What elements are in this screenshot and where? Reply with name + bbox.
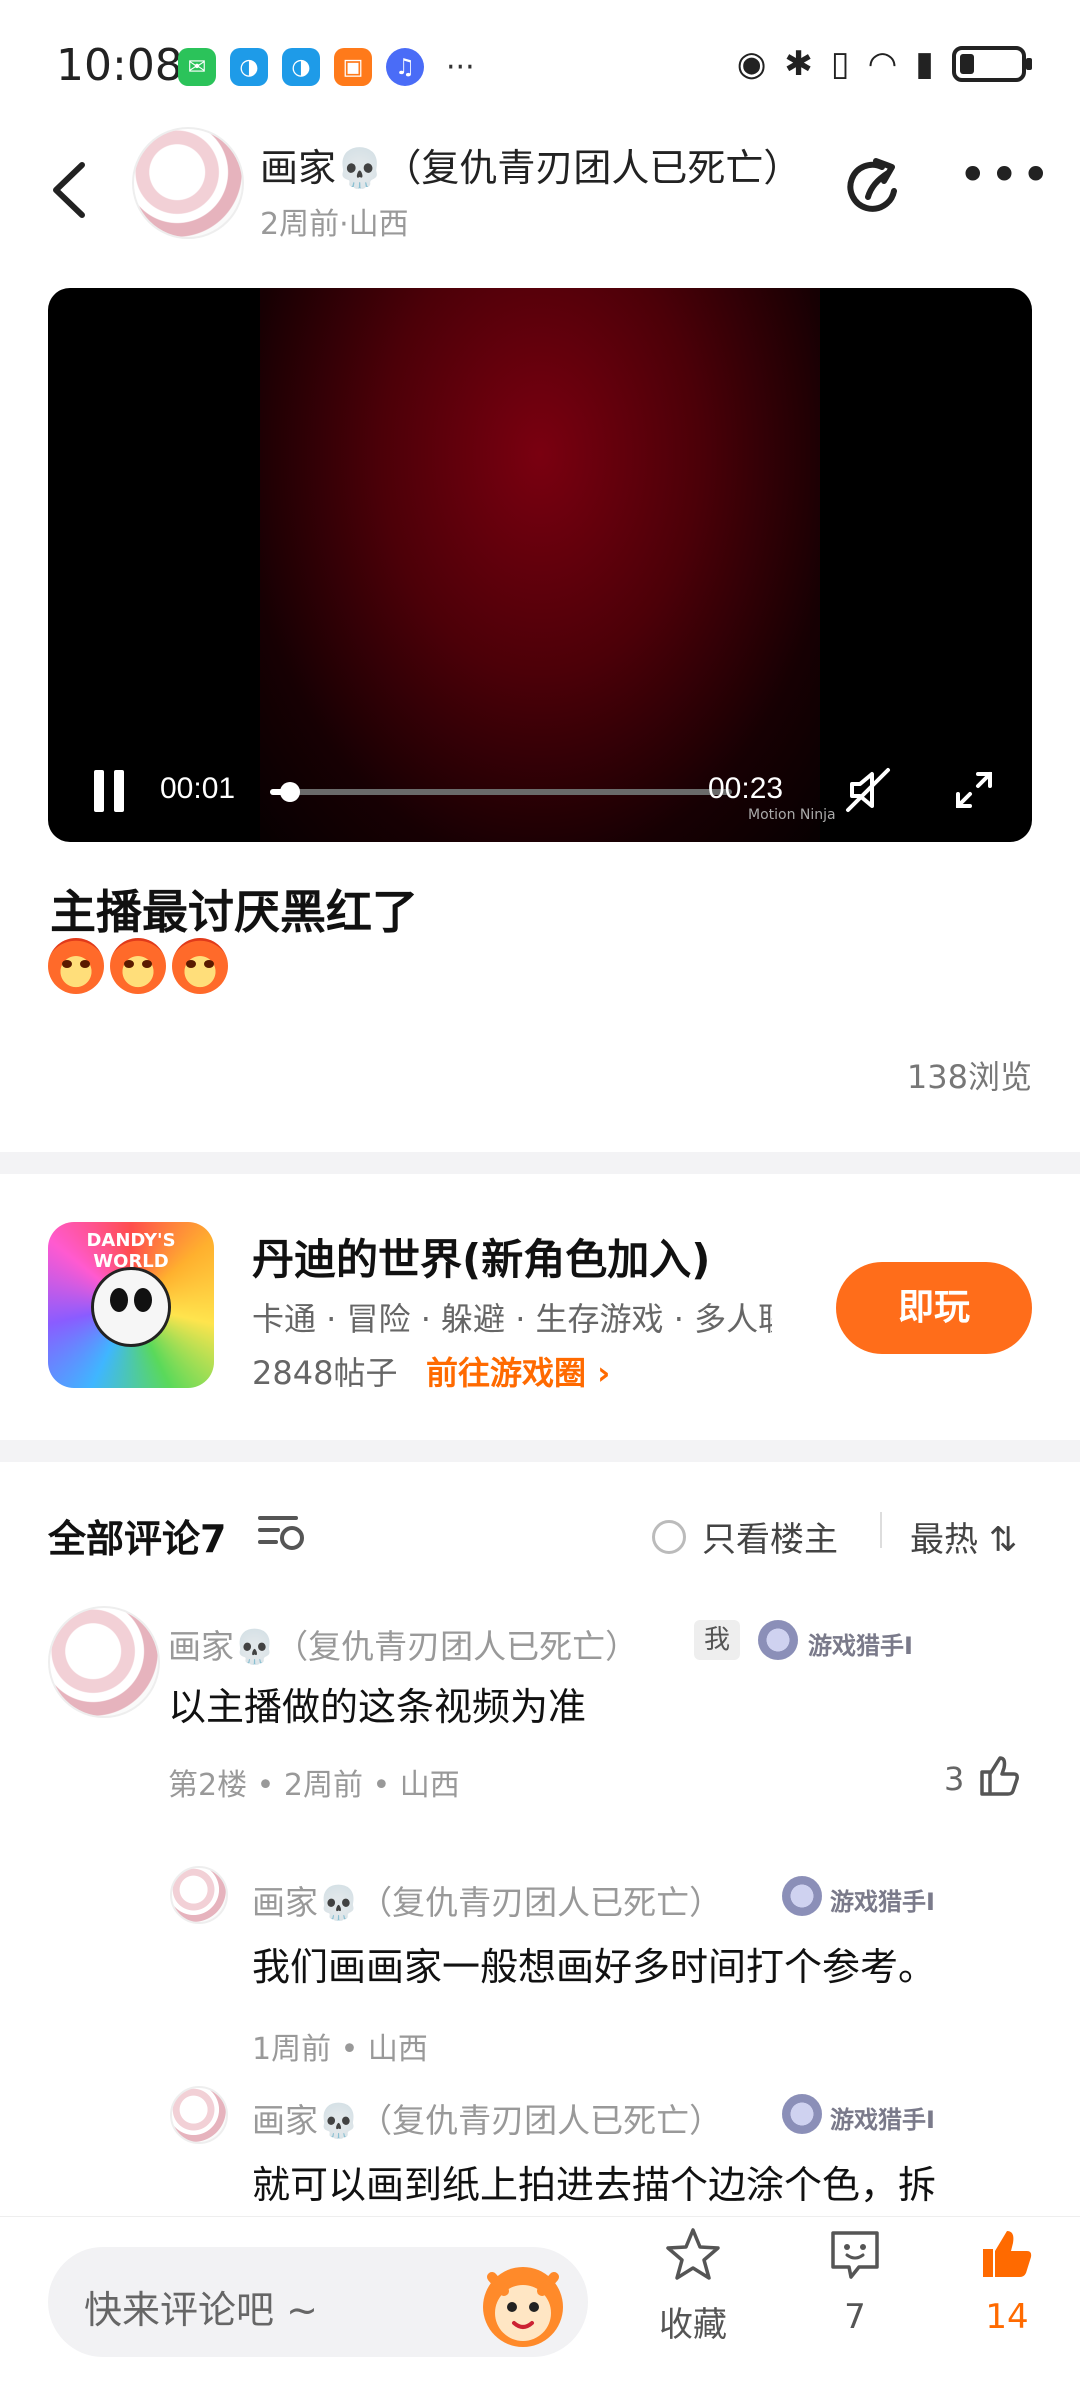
fullscreen-button[interactable] (948, 764, 1000, 816)
post-emojis (48, 938, 228, 994)
author-avatar[interactable] (132, 127, 244, 239)
post-title: 主播最讨厌黑红了 (50, 885, 418, 939)
game-tags: 卡通 · 冒险 · 躲避 · 生存游戏 · 多人联机 (252, 1300, 772, 1338)
comment-text[interactable]: 以主播做的这条视频为准 (168, 1676, 586, 1731)
reply-avatar[interactable] (170, 2086, 228, 2144)
comment-bubble-icon (831, 2231, 879, 2279)
rank-badge-icon (758, 1620, 798, 1660)
muted-speaker-icon (846, 768, 890, 812)
game-character-icon (91, 1267, 171, 1347)
comment-like-count: 3 (944, 1760, 965, 1798)
star-icon (666, 2228, 720, 2280)
rank-badge-icon (782, 1876, 822, 1916)
comment-button[interactable]: 7 (800, 2225, 910, 2375)
fullscreen-icon (956, 772, 992, 808)
status-notifications: ✉ ◑ ◑ ▣ ♫ ··· (178, 48, 475, 86)
app-icon-1: ◑ (230, 48, 268, 86)
video-frame (260, 288, 820, 842)
progress-knob[interactable] (280, 782, 300, 802)
comment-input[interactable]: 快来评论吧 ~ (48, 2247, 588, 2357)
like-button[interactable]: 14 (952, 2225, 1062, 2375)
sort-dropdown[interactable]: 最热 ⇅ (910, 1512, 1017, 1561)
wifi-icon: ◠ (867, 44, 898, 84)
reply-author-name[interactable]: 画家💀（复仇青刃团人已死亡） (252, 2094, 722, 2142)
angry-face-emoji-icon (172, 938, 228, 994)
rank-badge-icon (782, 2094, 822, 2134)
bottom-action-bar: 快来评论吧 ~ 收藏 7 14 (0, 2216, 1080, 2388)
status-indicators: ◉ ✱ ▯ ◠ ▮ (736, 44, 1032, 84)
reply-meta: 1周前 • 山西 (252, 2032, 428, 2067)
vibrate-icon: ▯ (830, 44, 850, 84)
commenter-name[interactable]: 画家💀（复仇青刃团人已死亡） (168, 1620, 638, 1668)
play-now-button[interactable]: 即玩 (836, 1262, 1032, 1354)
me-badge: 我 (694, 1620, 740, 1660)
angry-face-emoji-icon (48, 938, 104, 994)
video-player[interactable]: 00:01 00:23 Motion Ninja (48, 288, 1032, 842)
battery-icon (952, 46, 1032, 82)
more-notifications-icon: ··· (446, 49, 475, 85)
eye-icon: ◉ (736, 44, 767, 84)
pause-button[interactable] (94, 770, 130, 814)
status-time: 10:08 (56, 40, 183, 91)
thumbs-up-filled-icon (983, 2231, 1032, 2277)
game-icon[interactable]: DANDY'S WORLD (48, 1222, 214, 1388)
author-only-label: 只看楼主 (702, 1520, 838, 1560)
header-divider (880, 1512, 882, 1548)
share-icon (847, 158, 897, 212)
share-button[interactable] (842, 153, 912, 223)
progress-track[interactable] (270, 789, 732, 795)
post-header: 画家💀（复仇青刃团人已死亡） 2周前·山西 ••• (0, 115, 1080, 265)
comment-count: 7 (844, 2297, 866, 2337)
like-count: 14 (985, 2297, 1029, 2337)
game-post-count: 2848帖子 (252, 1354, 398, 1392)
angry-face-emoji-icon (110, 938, 166, 994)
wechat-icon: ✉ (178, 48, 216, 86)
rank-title: 游戏猎手I (830, 2106, 935, 2134)
rank-title: 游戏猎手I (808, 1632, 913, 1660)
alert-icon: ▮ (915, 44, 934, 84)
mascot-icon[interactable] (474, 2255, 572, 2353)
mute-button[interactable] (840, 762, 896, 818)
status-bar: 10:08 ✉ ◑ ◑ ▣ ♫ ··· ◉ ✱ ▯ ◠ ▮ (0, 0, 1080, 130)
section-divider (0, 1440, 1080, 1462)
thumbs-up-icon (980, 1756, 1019, 1796)
music-icon: ♫ (386, 48, 424, 86)
game-name[interactable]: 丹迪的世界(新角色加入) (252, 1226, 710, 1287)
video-watermark: Motion Ninja (748, 807, 836, 823)
post-time-location: 2周前·山西 (260, 207, 409, 242)
video-duration: 00:23 (708, 772, 784, 805)
app-icon-2: ◑ (282, 48, 320, 86)
favorite-button[interactable]: 收藏 (638, 2225, 748, 2375)
comment-meta: 第2楼 • 2周前 • 山西 (168, 1768, 460, 1803)
reply-avatar[interactable] (170, 1866, 228, 1924)
more-options-button[interactable]: ••• (958, 145, 1050, 215)
section-divider (0, 1152, 1080, 1174)
comment-placeholder: 快来评论吧 ~ (84, 2288, 318, 2332)
bluetooth-icon: ✱ (784, 44, 813, 84)
author-name[interactable]: 画家💀（复仇青刃团人已死亡） (260, 137, 780, 192)
favorite-label: 收藏 (659, 2305, 727, 2345)
filter-icon[interactable] (256, 1510, 306, 1554)
rank-title: 游戏猎手I (830, 1888, 935, 1916)
commenter-avatar[interactable] (48, 1606, 160, 1718)
game-logo-text: DANDY'S WORLD (86, 1230, 176, 1272)
author-only-radio[interactable] (652, 1519, 686, 1554)
all-comments-title: 全部评论7 (48, 1517, 227, 1561)
video-current-time: 00:01 (160, 772, 236, 805)
go-to-game-circle-link[interactable]: 前往游戏圈 › (426, 1348, 610, 1394)
back-arrow-icon (53, 162, 85, 218)
reply-text[interactable]: 我们画画家一般想画好多时间打个参考。 (252, 1936, 936, 1991)
app-icon-3: ▣ (334, 48, 372, 86)
back-button[interactable] (40, 155, 100, 225)
author-only-toggle[interactable]: 只看楼主 (652, 1512, 838, 1561)
comment-like-button[interactable] (976, 1752, 1024, 1800)
reply-author-name[interactable]: 画家💀（复仇青刃团人已死亡） (252, 1876, 722, 1924)
reply-text[interactable]: 就可以画到纸上拍进去描个边涂个色，拆 (252, 2154, 936, 2209)
view-count: 138浏览 (906, 1058, 1032, 1096)
